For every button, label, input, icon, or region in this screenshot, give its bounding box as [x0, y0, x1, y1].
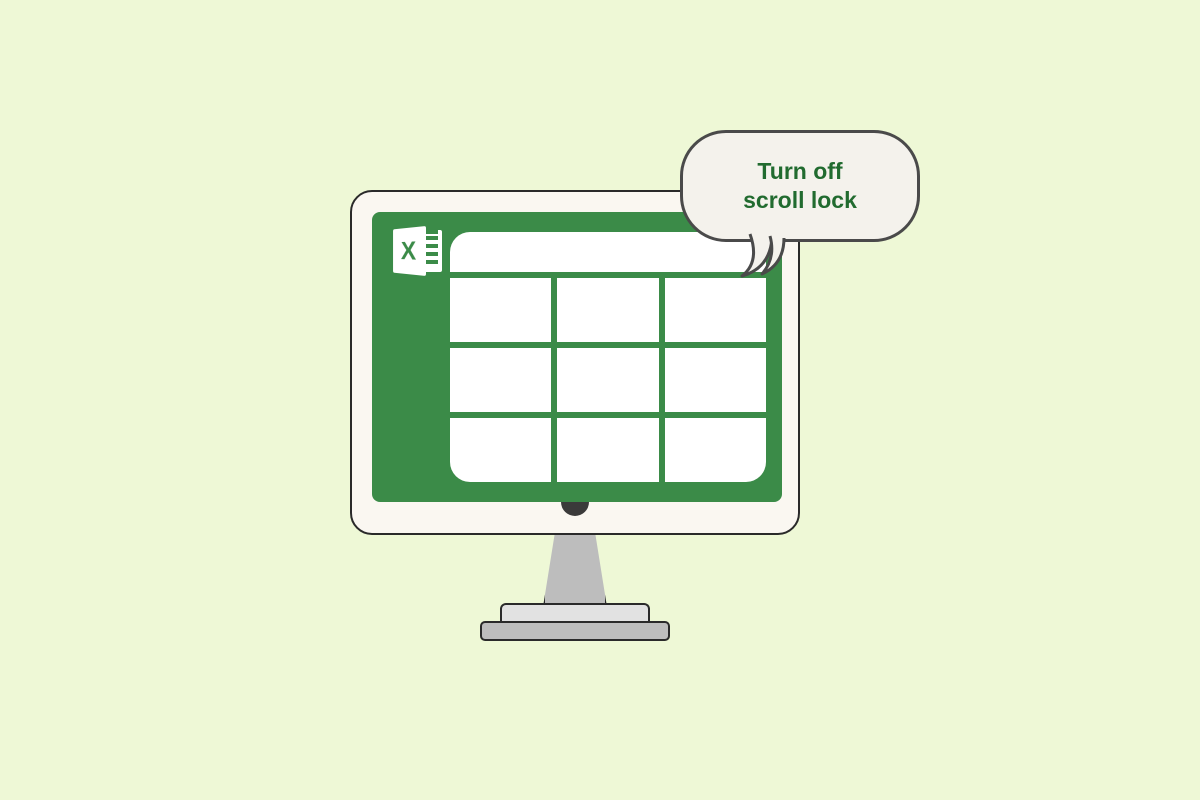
excel-letter: X — [401, 236, 416, 267]
sheet-cell — [450, 348, 557, 412]
excel-flap-icon: X — [393, 226, 426, 276]
monitor-neck — [543, 535, 607, 607]
speech-bubble: Turn off scroll lock — [680, 130, 930, 280]
sheet-cell — [557, 348, 664, 412]
speech-bubble-body: Turn off scroll lock — [680, 130, 920, 242]
webcam-notch-icon — [561, 502, 589, 516]
excel-icon: X — [386, 226, 442, 276]
illustration-stage: X — [300, 140, 900, 660]
sheet-cell — [557, 418, 664, 482]
sheet-row — [450, 418, 766, 482]
sheet-row — [450, 278, 766, 348]
sheet-cell — [450, 418, 557, 482]
sheet-cell — [557, 278, 664, 342]
speech-bubble-tail-icon — [740, 232, 800, 280]
sheet-cell — [450, 278, 557, 342]
sheet-cell — [665, 278, 766, 342]
monitor-base-lower — [480, 621, 670, 641]
sheet-cell — [665, 418, 766, 482]
sheet-cell — [665, 348, 766, 412]
speech-bubble-text: Turn off scroll lock — [743, 157, 857, 215]
sheet-row — [450, 348, 766, 418]
monitor-base-upper — [500, 603, 650, 623]
